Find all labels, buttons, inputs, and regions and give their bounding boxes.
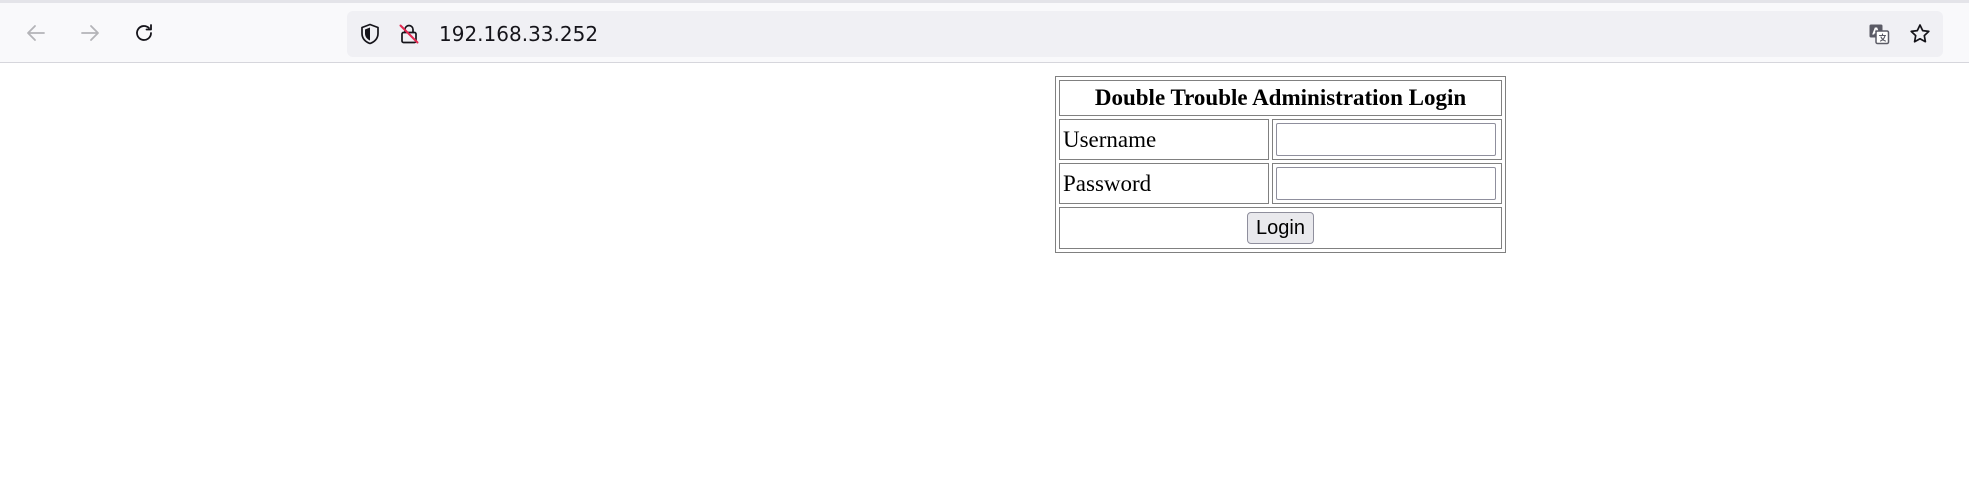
back-button[interactable] bbox=[16, 13, 56, 53]
login-button[interactable]: Login bbox=[1247, 212, 1314, 244]
browser-toolbar: 192.168.33.252 A bbox=[0, 3, 1969, 63]
forward-button[interactable] bbox=[70, 13, 110, 53]
username-input[interactable] bbox=[1276, 123, 1496, 156]
reload-icon bbox=[136, 24, 152, 41]
password-input[interactable] bbox=[1276, 167, 1496, 200]
url-text[interactable]: 192.168.33.252 bbox=[439, 11, 598, 57]
login-title: Double Trouble Administration Login bbox=[1059, 80, 1502, 116]
bookmark-star-icon[interactable] bbox=[1908, 22, 1932, 46]
password-cell bbox=[1272, 163, 1502, 204]
url-bar[interactable]: 192.168.33.252 A bbox=[347, 11, 1943, 57]
tracking-protection-shield-icon[interactable] bbox=[358, 22, 382, 46]
page-content: Double Trouble Administration Login User… bbox=[0, 64, 1969, 498]
username-label: Username bbox=[1059, 119, 1269, 160]
forward-arrow-icon bbox=[81, 25, 99, 41]
password-label: Password bbox=[1059, 163, 1269, 204]
translate-icon[interactable]: A bbox=[1867, 22, 1891, 46]
back-arrow-icon bbox=[27, 25, 45, 41]
submit-cell: Login bbox=[1059, 207, 1502, 249]
insecure-lock-icon[interactable] bbox=[397, 22, 421, 46]
login-form-table: Double Trouble Administration Login User… bbox=[1055, 76, 1506, 253]
reload-button[interactable] bbox=[124, 13, 164, 53]
username-cell bbox=[1272, 119, 1502, 160]
